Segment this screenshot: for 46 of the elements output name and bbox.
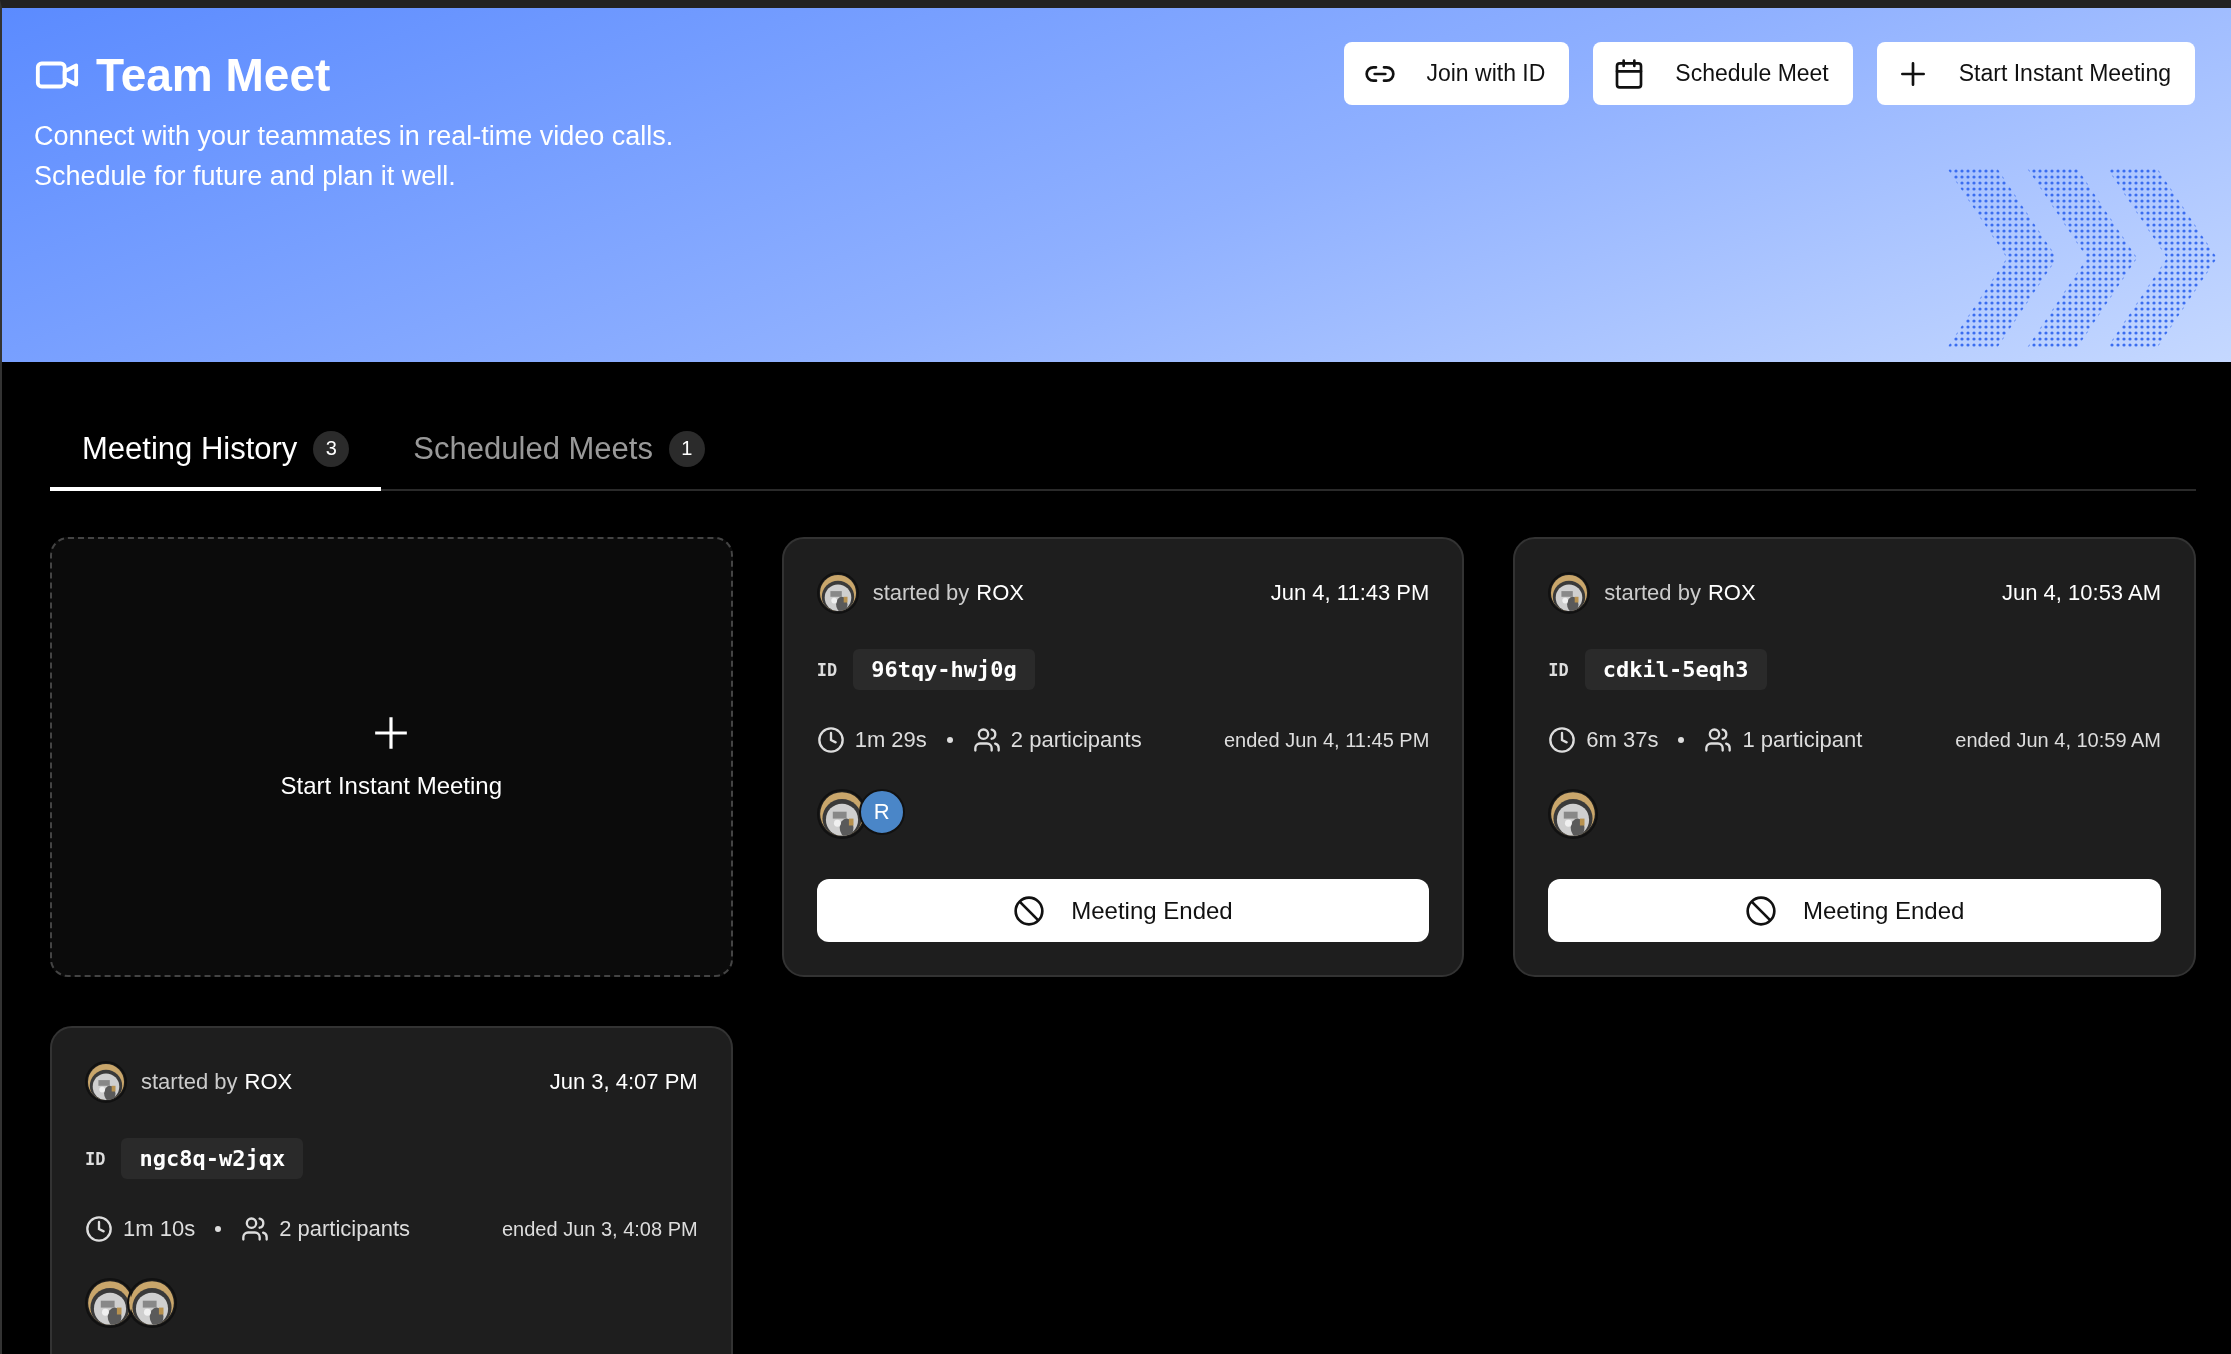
end-time: ended Jun 4, 11:45 PM xyxy=(1224,728,1430,752)
end-time: ended Jun 4, 10:59 AM xyxy=(1955,728,2161,752)
prohibited-icon xyxy=(1744,894,1777,927)
subtitle-line: Connect with your teammates in real-time video calls. xyxy=(34,120,674,153)
count-badge: 1 xyxy=(668,430,705,467)
participant-avatar: R xyxy=(858,789,905,835)
duration: 6m 37s xyxy=(1586,727,1659,753)
people-icon xyxy=(241,1215,270,1243)
host-name: ROX xyxy=(1707,580,1756,606)
id-label: ID xyxy=(85,1148,106,1169)
end-time: ended Jun 3, 4:08 PM xyxy=(501,1217,698,1241)
start-time: Jun 4, 11:43 PM xyxy=(1270,580,1430,606)
id-label: ID xyxy=(816,659,838,680)
header-action-button[interactable]: Join with ID xyxy=(1344,42,1570,105)
clock-icon xyxy=(1548,726,1577,754)
started-by-label: started by xyxy=(872,580,970,606)
clock-icon xyxy=(816,726,845,754)
app-title: Team Meet xyxy=(96,48,331,102)
start-time: Jun 4, 10:53 AM xyxy=(2002,580,2161,606)
people-icon xyxy=(972,726,1001,754)
clock-icon xyxy=(85,1215,113,1243)
prohibited-icon xyxy=(1013,894,1046,927)
count-badge: 3 xyxy=(313,430,350,467)
start-time: Jun 3, 4:07 PM xyxy=(549,1069,698,1095)
id-label: ID xyxy=(1548,659,1569,680)
meeting-id: 96tqy-hwj0g xyxy=(853,649,1035,690)
started-by-label: started by xyxy=(1604,580,1701,606)
tab[interactable]: Scheduled Meets 1 xyxy=(381,410,737,491)
header-action-button[interactable]: Start Instant Meeting xyxy=(1876,42,2195,105)
duration: 1m 10s xyxy=(123,1216,196,1242)
tab[interactable]: Meeting History 3 xyxy=(50,410,382,491)
start-meeting-card[interactable]: Start Instant Meeting xyxy=(50,537,733,977)
participant-count: 2 participants xyxy=(279,1216,410,1242)
meeting-id: cdkil-5eqh3 xyxy=(1584,649,1767,690)
host-name: ROX xyxy=(244,1069,293,1095)
participant-count: 2 participants xyxy=(1010,727,1142,753)
people-icon xyxy=(1704,726,1733,754)
header-action-button[interactable]: Schedule Meet xyxy=(1593,42,1853,105)
subtitle-line: Schedule for future and plan it well. xyxy=(34,160,457,193)
host-name: ROX xyxy=(976,580,1024,606)
participant-count: 1 participant xyxy=(1742,727,1863,753)
started-by-label: started by xyxy=(141,1069,238,1095)
duration: 1m 29s xyxy=(854,727,927,753)
meeting-id: ngc8q-w2jqx xyxy=(121,1138,304,1179)
meeting-ended-button[interactable]: Meeting Ended xyxy=(816,879,1430,942)
meeting-ended-button[interactable]: Meeting Ended xyxy=(1548,879,2161,942)
